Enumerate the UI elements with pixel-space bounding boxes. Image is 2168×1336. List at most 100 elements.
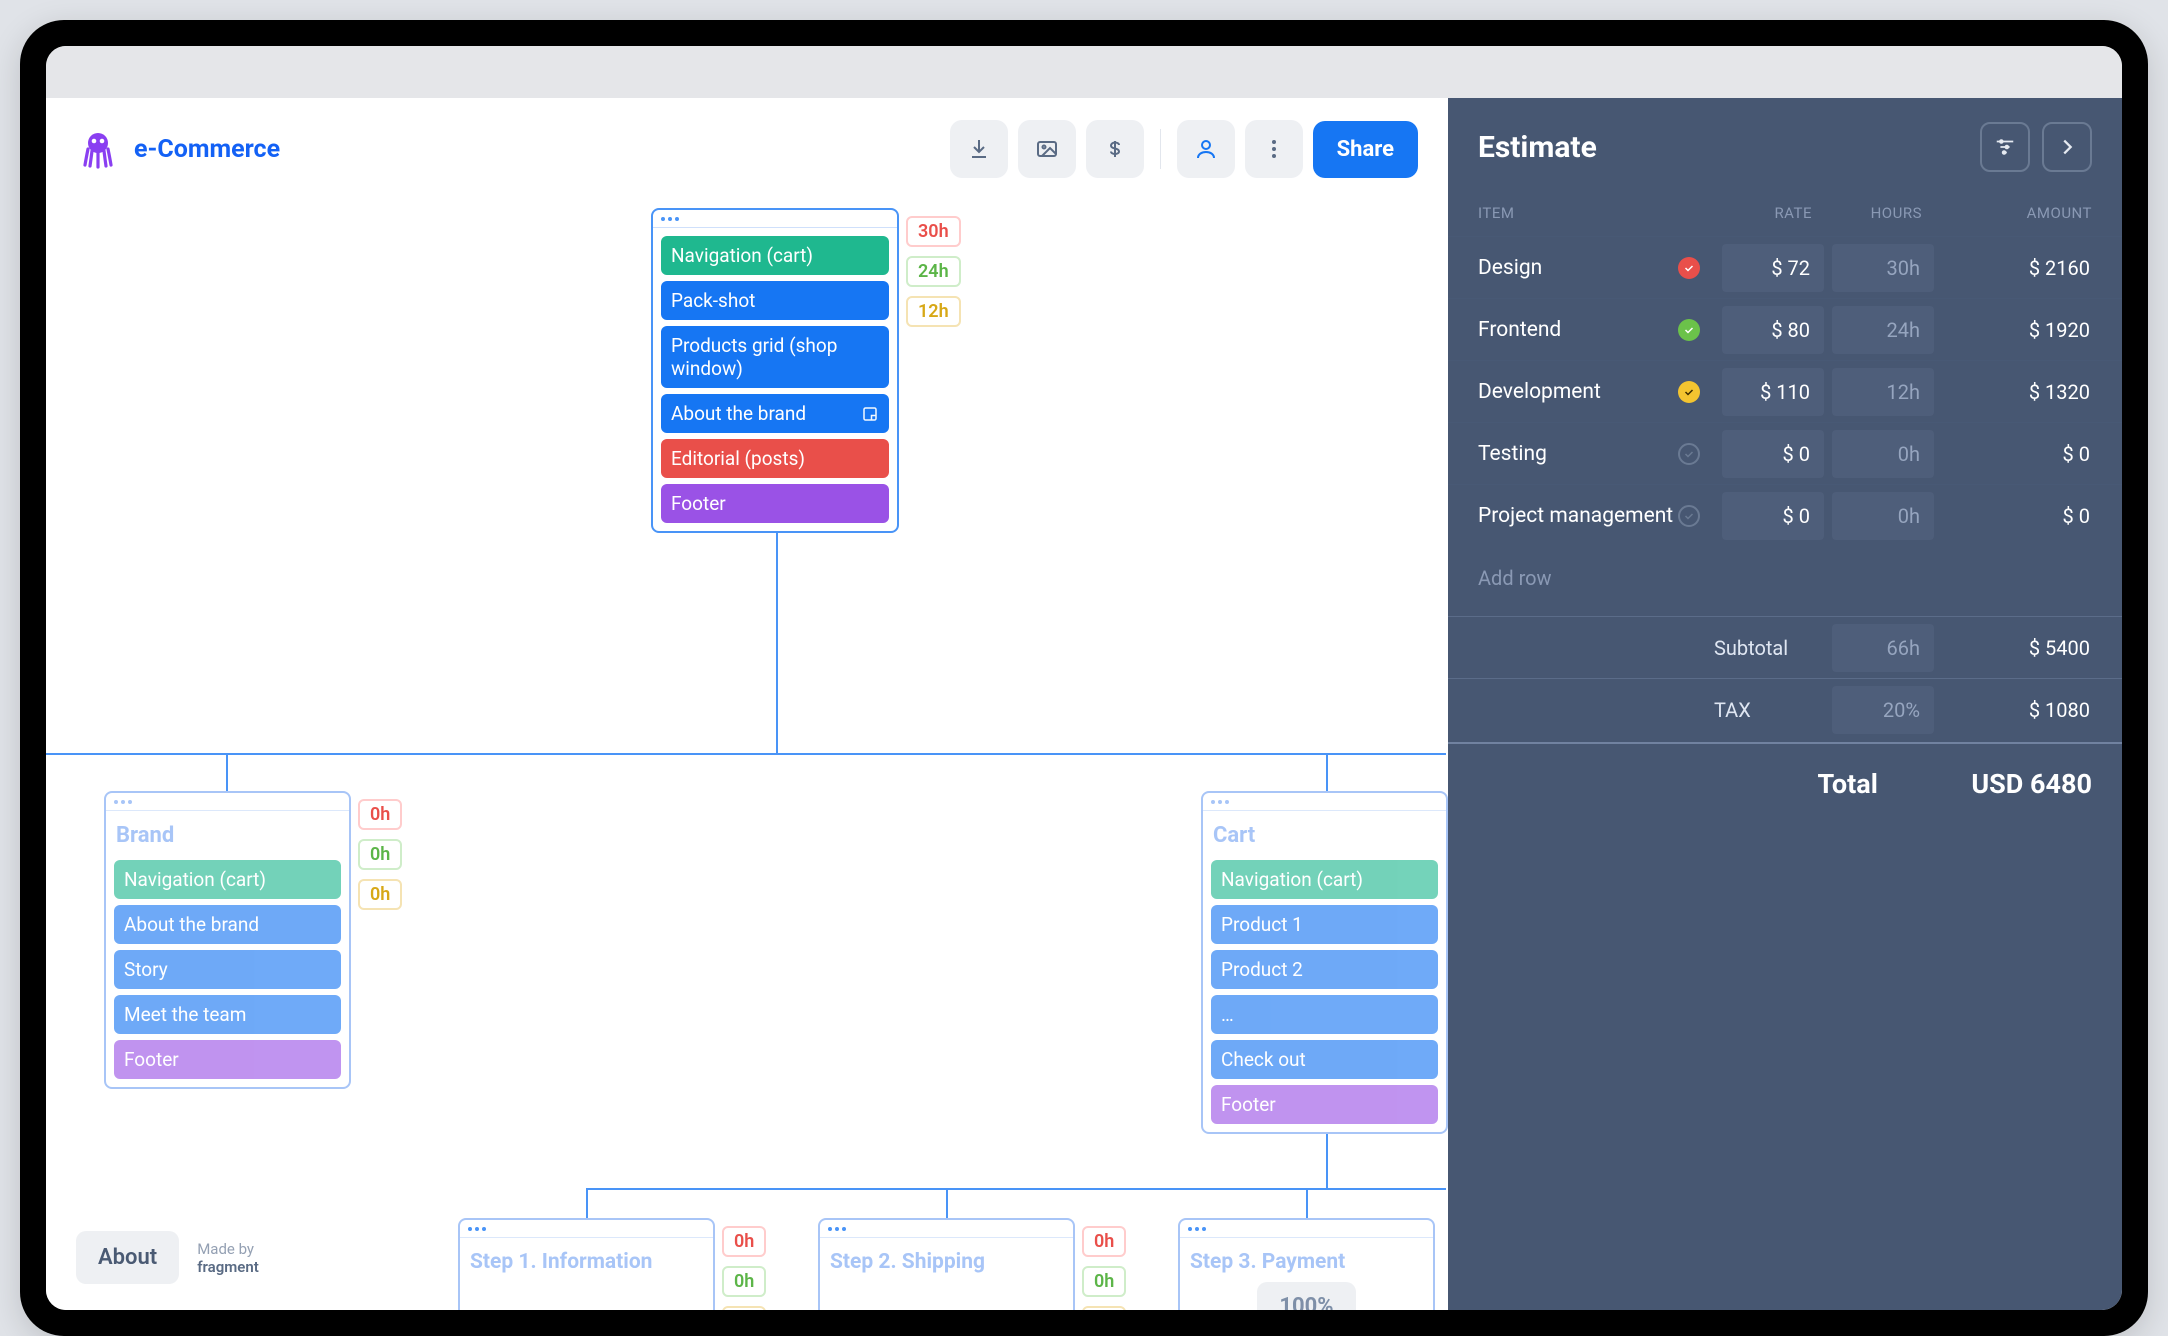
hours-badge-red[interactable]: 0h (722, 1226, 766, 1257)
node-dots (460, 1220, 713, 1238)
estimate-row[interactable]: Project management$ 00h$ 0 (1448, 484, 2122, 546)
pricing-button[interactable] (1086, 120, 1144, 178)
hours-badge-red[interactable]: 0h (358, 799, 402, 830)
connector (586, 1188, 588, 1218)
estimate-item-name: Frontend (1478, 318, 1561, 342)
hours-cell[interactable]: 12h (1832, 368, 1934, 416)
hours-badge-red[interactable]: 0h (1082, 1226, 1126, 1257)
node-tag[interactable]: Editorial (posts) (661, 439, 889, 478)
node-tag[interactable]: About the brand (114, 905, 341, 944)
node-title: Step 2. Shipping (828, 1246, 1065, 1278)
hours-badge-red[interactable]: 30h (906, 216, 961, 247)
hours-cell[interactable]: 0h (1832, 430, 1934, 478)
node-title: Cart (1211, 819, 1438, 852)
node-title: Step 1. Information (468, 1246, 705, 1278)
status-dot[interactable] (1678, 505, 1700, 527)
rate-cell[interactable]: $ 110 (1722, 368, 1824, 416)
hours-badge-green[interactable]: 0h (1082, 1266, 1126, 1297)
note-icon (861, 405, 879, 423)
node-brand[interactable]: Brand Navigation (cart) About the brand St… (104, 791, 351, 1089)
hours-badge-green[interactable]: 0h (358, 839, 402, 870)
rate-cell[interactable]: $ 72 (1722, 244, 1824, 292)
connector (586, 1188, 1446, 1190)
node-title: Brand (114, 819, 341, 852)
about-button[interactable]: About (76, 1231, 179, 1284)
user-button[interactable] (1177, 120, 1235, 178)
hours-cell[interactable]: 30h (1832, 244, 1934, 292)
node-tag[interactable]: Check out (1211, 1040, 1438, 1079)
download-button[interactable] (950, 120, 1008, 178)
connector (946, 1188, 948, 1218)
total-label: Total (1817, 768, 1877, 800)
node-dots (106, 793, 349, 811)
image-button[interactable] (1018, 120, 1076, 178)
node-tag[interactable]: Story (114, 950, 341, 989)
tax-rate: 20% (1832, 686, 1934, 734)
window-titlebar (46, 46, 2122, 98)
node-step-1[interactable]: Step 1. Information (458, 1218, 715, 1310)
hours-badge-yellow[interactable]: 0h (1082, 1306, 1126, 1310)
connector (776, 523, 778, 753)
collapse-button[interactable] (2042, 122, 2092, 172)
node-step-2[interactable]: Step 2. Shipping (818, 1218, 1075, 1310)
node-tag[interactable]: Pack-shot (661, 281, 889, 320)
node-tag[interactable]: Footer (114, 1040, 341, 1079)
hours-badge-yellow[interactable]: 0h (358, 879, 402, 910)
status-dot[interactable] (1678, 257, 1700, 279)
estimate-item-name: Development (1478, 380, 1601, 404)
node-tag[interactable]: Meet the team (114, 995, 341, 1034)
node-tag[interactable]: Navigation (cart) (661, 236, 889, 275)
estimate-row[interactable]: Development $ 11012h$ 1320 (1448, 360, 2122, 422)
toolbar-divider (1160, 129, 1161, 169)
tax-amount: $ 1080 (1934, 698, 2104, 722)
estimate-row[interactable]: Frontend $ 8024h$ 1920 (1448, 298, 2122, 360)
hours-badge-yellow[interactable]: 12h (906, 296, 961, 327)
amount-cell: $ 1320 (1934, 380, 2104, 404)
estimate-row[interactable]: Testing$ 00h$ 0 (1448, 422, 2122, 484)
node-dots (820, 1220, 1073, 1238)
rate-cell[interactable]: $ 0 (1722, 430, 1824, 478)
node-tag[interactable]: … (1211, 995, 1438, 1034)
node-tag[interactable]: Footer (661, 484, 889, 523)
node-step-3[interactable]: Step 3. Payment 100% (1178, 1218, 1435, 1310)
status-dot[interactable] (1678, 381, 1700, 403)
node-cart[interactable]: Cart Navigation (cart) Product 1 Product 2… (1201, 791, 1448, 1134)
estimate-row[interactable]: Design$ 7230h$ 2160 (1448, 236, 2122, 298)
node-dots (1203, 793, 1446, 811)
node-title: Step 3. Payment (1188, 1246, 1425, 1278)
amount-cell: $ 1920 (1934, 318, 2104, 342)
node-tag[interactable]: Product 2 (1211, 950, 1438, 989)
filter-button[interactable] (1980, 122, 2030, 172)
sitemap-canvas[interactable]: Navigation (cart) Pack-shot Products grid … (46, 198, 1448, 1310)
hours-cell[interactable]: 24h (1832, 306, 1934, 354)
node-tag[interactable]: Navigation (cart) (1211, 860, 1438, 899)
hours-badge-yellow[interactable]: 0h (722, 1306, 766, 1310)
rate-cell[interactable]: $ 80 (1722, 306, 1824, 354)
hours-badge-green[interactable]: 24h (906, 256, 961, 287)
share-button[interactable]: Share (1313, 121, 1418, 178)
node-tag[interactable]: Products grid (shop window) (661, 326, 889, 388)
more-button[interactable] (1245, 120, 1303, 178)
progress-badge: 100% (1257, 1282, 1355, 1310)
rate-cell[interactable]: $ 0 (1722, 492, 1824, 540)
hours-cell[interactable]: 0h (1832, 492, 1934, 540)
hours-badge-green[interactable]: 0h (722, 1266, 766, 1297)
node-home[interactable]: Navigation (cart) Pack-shot Products grid … (651, 208, 899, 533)
estimate-table-header: ITEM RATE HOURS AMOUNT (1448, 196, 2122, 236)
subtotal-label: Subtotal (1714, 636, 1824, 660)
node-tag[interactable]: About the brand (661, 394, 889, 433)
node-dots (1180, 1220, 1433, 1238)
connector (1306, 1188, 1308, 1218)
amount-cell: $ 2160 (1934, 256, 2104, 280)
status-dot[interactable] (1678, 319, 1700, 341)
subtotal-hours: 66h (1832, 624, 1934, 672)
node-tag[interactable]: Product 1 (1211, 905, 1438, 944)
status-dot[interactable] (1678, 443, 1700, 465)
node-tag[interactable]: Footer (1211, 1085, 1438, 1124)
total-amount: USD 6480 (1971, 768, 2092, 800)
estimate-panel: Estimate ITEM RATE HOURS AMOUNT Design$ … (1448, 98, 2122, 1310)
node-tag[interactable]: Navigation (cart) (114, 860, 341, 899)
node-dots (653, 210, 897, 228)
project-title[interactable]: e-Commerce (134, 135, 280, 164)
add-row-button[interactable]: Add row (1448, 546, 2122, 610)
